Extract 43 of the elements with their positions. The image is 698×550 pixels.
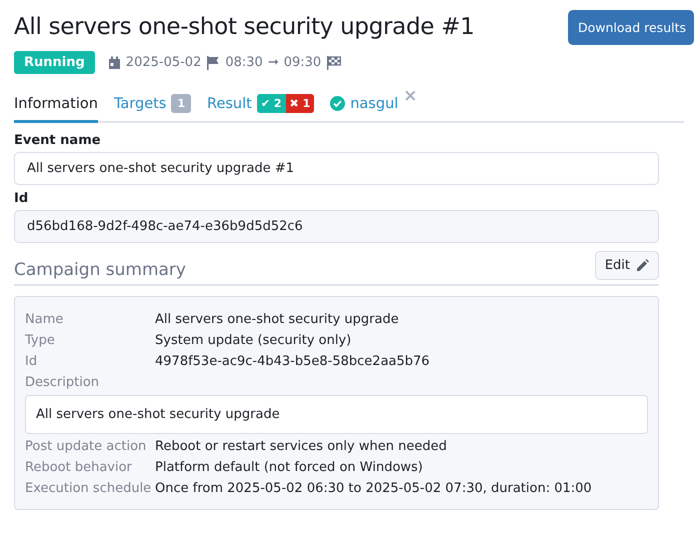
id-field[interactable]: d56bd168-9d2f-498c-ae74-e36b9d5d52c6 — [14, 210, 659, 243]
summary-value: 4978f53e-ac9c-4b43-b5e8-58bce2aa5b76 — [155, 353, 430, 371]
end-time: 09:30 — [284, 55, 322, 70]
tab-label: nasgul — [350, 96, 398, 112]
tab[interactable]: nasgul × — [330, 88, 418, 123]
failure-count-badge: ✖ 1 — [286, 94, 314, 113]
tab-label: Information — [14, 96, 98, 112]
field-label: Event name — [14, 133, 102, 148]
tab[interactable]: Targets 1 — [114, 88, 192, 123]
summary-label: Post update action — [25, 438, 148, 456]
summary-label: Id — [25, 353, 38, 371]
tab[interactable]: Information — [14, 88, 98, 123]
summary-value: Once from 2025-05-02 06:30 to 2025-05-02 07:30, duration: 01:00 — [155, 480, 592, 498]
summary-label: Execution schedule — [25, 480, 152, 498]
summary-value: Platform default (not forced on Windows) — [155, 459, 423, 477]
description-box: All servers one-shot security upgrade — [25, 395, 648, 434]
download-results-button[interactable]: Download results — [568, 10, 694, 45]
summary-label: Name — [25, 311, 64, 329]
calendar-icon — [108, 56, 121, 70]
arrow-glyph: ➞ — [268, 55, 279, 70]
summary-value: All servers one-shot security upgrade — [155, 311, 399, 329]
field-label: Id — [14, 191, 30, 206]
summary-value: System update (security only) — [155, 332, 352, 350]
check-circle-icon — [330, 96, 346, 111]
checkered-flag-icon — [326, 56, 342, 70]
summary-label: Reboot behavior — [25, 459, 133, 477]
section-title: Campaign summary — [14, 260, 186, 280]
count-badge: 1 — [171, 94, 192, 113]
summary-label: Type — [25, 332, 56, 350]
success-count-badge: ✔ 2 — [256, 94, 286, 113]
tab-label: Targets — [114, 96, 166, 112]
summary-label: Description — [25, 374, 100, 392]
pencil-icon — [636, 259, 649, 272]
tab-label: Result — [207, 96, 252, 112]
tab[interactable]: Result ✔ 2 ✖ 1 — [207, 88, 314, 123]
start-time: 08:30 — [225, 55, 263, 70]
status-badge: Running — [14, 51, 95, 74]
edit-button[interactable]: Edit — [594, 251, 659, 280]
event-date: 2025-05-02 — [126, 55, 202, 70]
page-title: All servers one-shot security upgrade #1 — [14, 14, 474, 40]
summary-value: Reboot or restart services only when needed — [155, 438, 447, 456]
event-name-field[interactable]: All servers one-shot security upgrade #1 — [14, 152, 659, 185]
flag-icon — [206, 56, 220, 70]
